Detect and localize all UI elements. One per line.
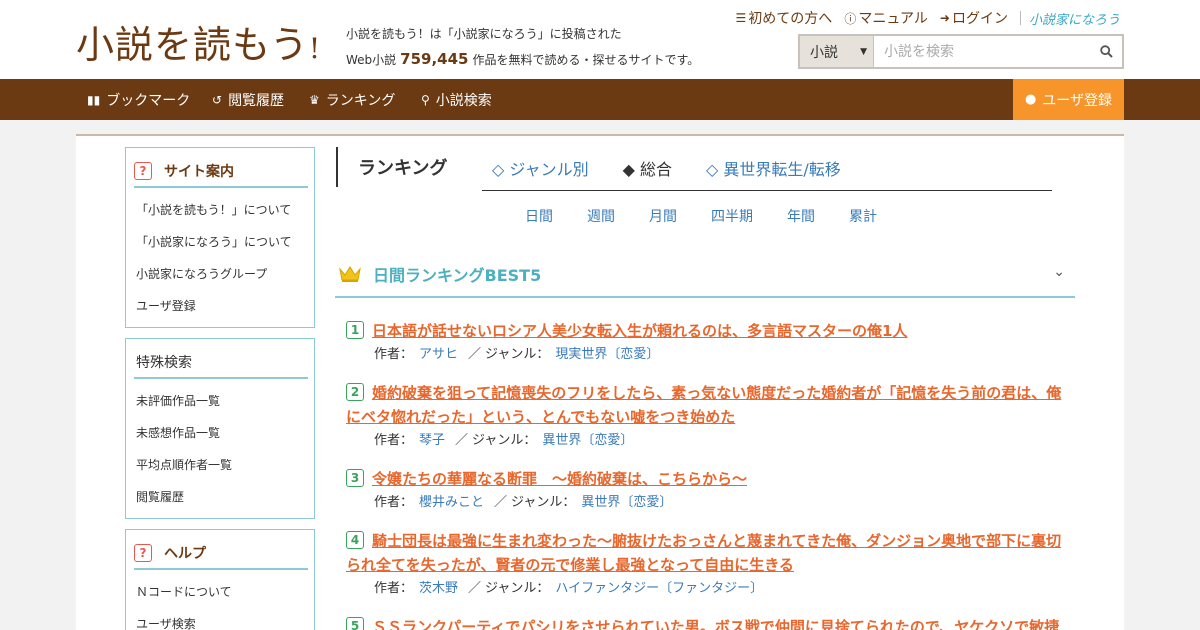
best5-header[interactable]: 日間ランキングBEST5 ⌄ bbox=[335, 252, 1075, 298]
nav-bookmark[interactable]: ▮▮ ブックマーク bbox=[87, 79, 190, 120]
work-count: 759,445 bbox=[400, 50, 469, 68]
sidebar-section-title: 特殊検索 bbox=[134, 347, 308, 379]
question-icon: ? bbox=[134, 162, 152, 180]
book-icon: ☰ bbox=[735, 11, 747, 25]
page-title: ランキング bbox=[336, 147, 447, 187]
site-header: 小説を読もう! 小説を読もう！は「小説家になろう」に投稿された Web小説 759… bbox=[0, 0, 1200, 79]
ranking-entry: 1 日本語が話せないロシア人美少女転入生が頼れるのは、多言語マスターの俺1人 作… bbox=[346, 319, 1066, 367]
sidebar-item-user-search[interactable]: ユーザ検索 bbox=[126, 608, 314, 630]
link-manual[interactable]: ⓘ マニュアル bbox=[844, 8, 928, 28]
sidebar-section-title: ? サイト案内 bbox=[134, 156, 308, 188]
question-icon: ⓘ bbox=[844, 11, 857, 26]
period-quarterly[interactable]: 四半期 bbox=[711, 206, 753, 226]
tab-isekai[interactable]: ◇ 異世界転生/転移 bbox=[706, 156, 841, 180]
entry-genre[interactable]: 異世界〔恋愛〕 bbox=[581, 495, 672, 510]
entry-title[interactable]: 婚約破棄を狙って記憶喪失のフリをしたら、素っ気ない態度だった婚約者が「記憶を失う… bbox=[346, 381, 1066, 429]
sidebar-item-about-narou[interactable]: 「小説家になろう」について bbox=[126, 226, 314, 258]
search-button[interactable] bbox=[1090, 36, 1122, 67]
entry-meta: 作者： アサヒ／ジャンル： 現実世界〔恋愛〕 bbox=[374, 347, 660, 362]
search-icon bbox=[1099, 45, 1113, 58]
period-daily[interactable]: 日間 bbox=[525, 206, 553, 226]
entry-author[interactable]: 茨木野 bbox=[419, 581, 458, 596]
entry-genre[interactable]: 異世界〔恋愛〕 bbox=[542, 433, 633, 448]
entry-genre[interactable]: 現実世界〔恋愛〕 bbox=[555, 347, 659, 362]
sidebar-item-group[interactable]: 小説家になろうグループ bbox=[126, 258, 314, 290]
sidebar-special-search: 特殊検索 未評価作品一覧 未感想作品一覧 平均点順作者一覧 閲覧履歴 bbox=[125, 338, 315, 519]
tabs-divider bbox=[482, 190, 1052, 191]
entry-title[interactable]: 日本語が話せないロシア人美少女転入生が頼れるのは、多言語マスターの俺1人 bbox=[346, 319, 1066, 343]
crown-icon: ♛ bbox=[309, 92, 320, 107]
entry-genre[interactable]: ハイファンタジー〔ファンタジー〕 bbox=[555, 581, 763, 596]
rank-badge: 2 bbox=[346, 383, 364, 401]
entry-meta: 作者： 櫻井みこと／ジャンル： 異世界〔恋愛〕 bbox=[374, 495, 673, 510]
sidebar-section-title: ? ヘルプ bbox=[134, 538, 308, 570]
sidebar-item-no-review[interactable]: 未感想作品一覧 bbox=[126, 417, 314, 449]
rank-badge: 5 bbox=[346, 617, 364, 630]
sidebar-item-register[interactable]: ユーザ登録 bbox=[126, 290, 314, 322]
period-total[interactable]: 累計 bbox=[849, 206, 877, 226]
period-monthly[interactable]: 月間 bbox=[649, 206, 677, 226]
sidebar-item-history[interactable]: 閲覧履歴 bbox=[126, 481, 314, 513]
history-icon: ↺ bbox=[212, 92, 223, 107]
site-logo[interactable]: 小説を読もう! bbox=[76, 14, 321, 69]
period-weekly[interactable]: 週間 bbox=[587, 206, 615, 226]
search-input[interactable] bbox=[874, 36, 1090, 67]
bookmark-icon: ▮▮ bbox=[87, 92, 101, 107]
sidebar-help: ? ヘルプ Ｎコードについて ユーザ検索 bbox=[125, 529, 315, 630]
search-type-select[interactable]: 小説 ▼ bbox=[800, 36, 874, 67]
ranking-entry: 4 騎士団長は最強に生まれ変わった～腑抜けたおっさんと蔑まれてきた俺、ダンジョン… bbox=[346, 529, 1066, 601]
nav-search[interactable]: ⚲ 小説検索 bbox=[421, 79, 492, 120]
nav-ranking[interactable]: ♛ ランキング bbox=[309, 79, 395, 120]
rank-badge: 4 bbox=[346, 531, 364, 549]
sidebar-item-ncode[interactable]: Ｎコードについて bbox=[126, 576, 314, 608]
nav-history[interactable]: ↺ 閲覧履歴 bbox=[212, 79, 284, 120]
entry-title[interactable]: 令嬢たちの華麗なる断罪 ～婚約破棄は、こちらから～ bbox=[346, 467, 1066, 491]
tab-genre[interactable]: ◇ ジャンル別 bbox=[492, 156, 589, 180]
site-tagline: 小説を読もう！は「小説家になろう」に投稿された Web小説 759,445 作品を無… bbox=[346, 27, 700, 68]
register-button[interactable]: ● ユーザ登録 bbox=[1013, 79, 1124, 120]
sidebar-site-guide: ? サイト案内 「小説を読もう！」について 「小説家になろう」について 小説家にな… bbox=[125, 147, 315, 328]
entry-author[interactable]: アサヒ bbox=[419, 347, 458, 362]
period-yearly[interactable]: 年間 bbox=[787, 206, 815, 226]
search-box: 小説 ▼ bbox=[798, 34, 1124, 69]
entry-author[interactable]: 琴子 bbox=[419, 433, 445, 448]
ranking-tabs: ◇ ジャンル別 ◆ 総合 ◇ 異世界転生/転移 bbox=[492, 156, 875, 180]
link-divider bbox=[1019, 11, 1021, 25]
ranking-entry: 5 ＳＳランクパーティでパシリをさせられていた男。ボス戦で仲間に見捨てられたので… bbox=[346, 615, 1066, 630]
search-icon: ⚲ bbox=[421, 92, 430, 107]
question-icon: ? bbox=[134, 544, 152, 562]
sidebar-item-avg-author[interactable]: 平均点順作者一覧 bbox=[126, 449, 314, 481]
caret-down-icon: ▼ bbox=[860, 46, 867, 57]
rank-badge: 3 bbox=[346, 469, 364, 487]
entry-title[interactable]: ＳＳランクパーティでパシリをさせられていた男。ボス戦で仲間に見捨てられたので、ヤ… bbox=[346, 615, 1066, 630]
chevron-down-icon[interactable]: ⌄ bbox=[1053, 264, 1065, 280]
link-login[interactable]: ➜ ログイン bbox=[940, 8, 1008, 28]
top-links: ☰ 初めての方へ ⓘ マニュアル ➜ ログイン 小説家になろう bbox=[724, 8, 1120, 28]
entry-meta: 作者： 茨木野／ジャンル： ハイファンタジー〔ファンタジー〕 bbox=[374, 581, 764, 596]
user-icon: ● bbox=[1024, 92, 1037, 107]
sidebar-item-about-yomou[interactable]: 「小説を読もう！」について bbox=[126, 194, 314, 226]
rank-badge: 1 bbox=[346, 321, 364, 339]
tab-overall[interactable]: ◆ 総合 bbox=[623, 156, 672, 180]
entry-author[interactable]: 櫻井みこと bbox=[419, 495, 484, 510]
entry-title[interactable]: 騎士団長は最強に生まれ変わった～腑抜けたおっさんと蔑まれてきた俺、ダンジョン奥地… bbox=[346, 529, 1066, 577]
narou-logo[interactable]: 小説家になろう bbox=[1029, 9, 1120, 28]
login-icon: ➜ bbox=[939, 11, 950, 25]
ranking-entry: 2 婚約破棄を狙って記憶喪失のフリをしたら、素っ気ない態度だった婚約者が「記憶を… bbox=[346, 381, 1066, 453]
sidebar-item-unrated[interactable]: 未評価作品一覧 bbox=[126, 385, 314, 417]
ranking-entry: 3 令嬢たちの華麗なる断罪 ～婚約破棄は、こちらから～ 作者： 櫻井みこと／ジャン… bbox=[346, 467, 1066, 515]
link-beginners[interactable]: ☰ 初めての方へ bbox=[736, 8, 833, 28]
entry-meta: 作者： 琴子／ジャンル： 異世界〔恋愛〕 bbox=[374, 433, 634, 448]
crown-icon bbox=[339, 266, 361, 282]
